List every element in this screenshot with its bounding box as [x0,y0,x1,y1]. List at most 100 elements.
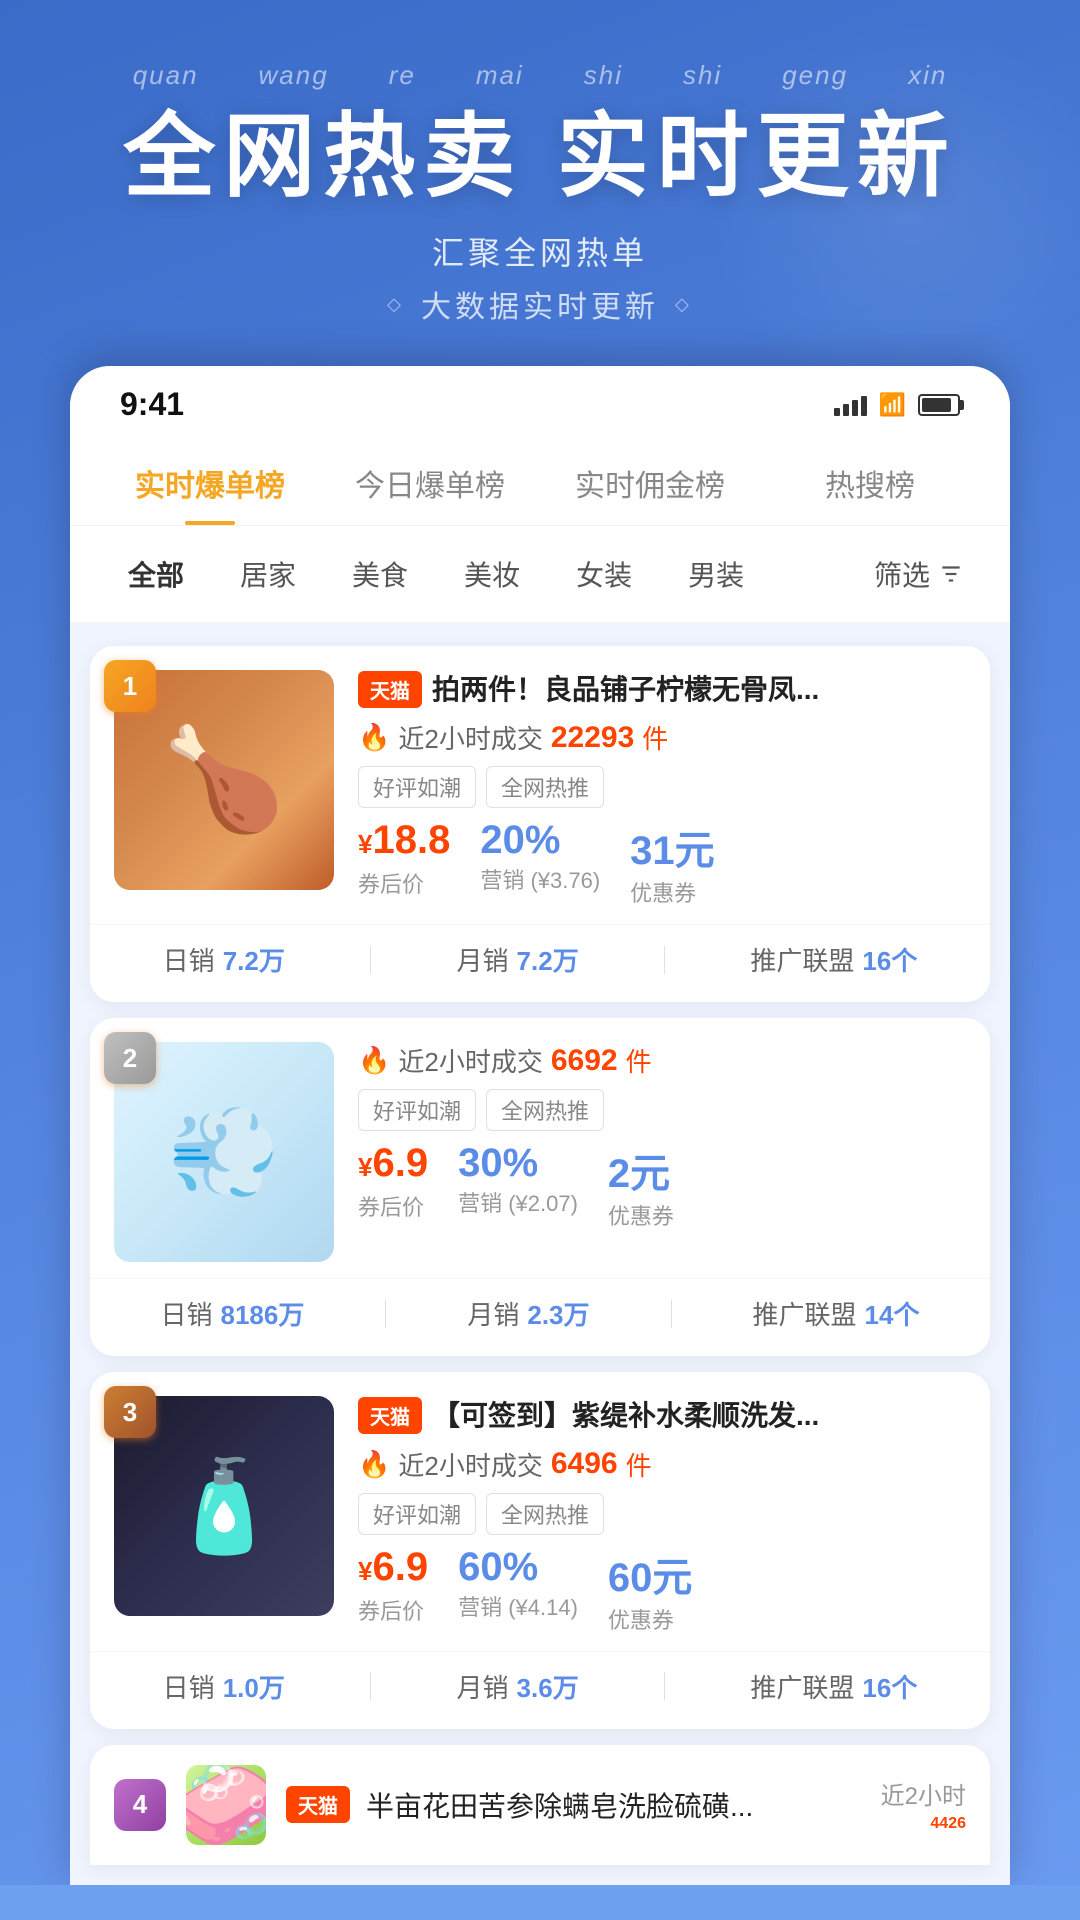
product-image-wrap-1: 1 品牌 [114,670,334,908]
signal-bar-2 [843,404,849,416]
commission-sub-1: 营销 (¥3.76) [480,863,600,895]
recent-label-1: 近2小时成交 [398,719,542,756]
pinyin-7: geng [782,60,848,91]
partial-card-4[interactable]: 4 天猫 半亩花田苦参除螨皂洗脸硫磺... 近2小时 4426 [90,1745,990,1865]
coupon-value-1: 31元 [630,818,715,876]
card-top-1: 1 品牌 天猫 拍两件！良品铺子柠檬无骨凤... 🔥 近2小时成交 22293 [90,646,990,924]
price-label-3: 券后价 [358,1594,424,1626]
platform-badge-1: 天猫 [358,671,422,708]
alliance-val-1: 16个 [862,941,917,978]
filter-icon [938,561,964,587]
divider-2a [385,1300,386,1328]
commission-block-2: 30% 营销 (¥2.07) [458,1141,578,1218]
tab-bar: 实时爆单榜 今日爆单榜 实时佣金榜 热搜榜 [70,433,1010,526]
divider-3b [664,1672,665,1700]
product-card-1[interactable]: 1 品牌 天猫 拍两件！良品铺子柠檬无骨凤... 🔥 近2小时成交 22293 [90,646,990,1002]
category-men[interactable]: 男装 [660,544,772,604]
monthly-label-2: 月销 [467,1295,519,1332]
daily-label-1: 日销 [163,941,215,978]
price-block-3: ¥6.9 券后价 [358,1545,428,1626]
status-icons: 📶 [834,392,960,418]
pinyin-3: re [389,60,416,91]
divider-1a [370,946,371,974]
product-card-3[interactable]: 3 天猫 【可签到】紫缇补水柔顺洗发... 🔥 近2小时成交 6496 件 [90,1372,990,1728]
monthly-val-1: 7.2万 [517,941,579,978]
product-list: 1 品牌 天猫 拍两件！良品铺子柠檬无骨凤... 🔥 近2小时成交 22293 [70,646,1010,1884]
tab-realtime-hot[interactable]: 实时爆单榜 [100,443,320,525]
tag-2-1: 好评如潮 [358,1089,476,1131]
daily-val-1: 7.2万 [223,941,285,978]
recent-count-1: 22293 [551,721,634,755]
pinyin-2: wang [259,60,329,91]
recent-sales-2: 🔥 近2小时成交 6692 件 [358,1042,966,1079]
category-women[interactable]: 女装 [548,544,660,604]
category-beauty[interactable]: 美妆 [436,544,548,604]
commission-block-3: 60% 营销 (¥4.14) [458,1545,578,1622]
partial-sales-4: 近2小时 [881,1776,966,1811]
monthly-val-2: 2.3万 [527,1295,589,1332]
pinyin-5: shi [584,60,623,91]
price-row-2: ¥6.9 券后价 30% 营销 (¥2.07) 2元 优惠券 [358,1141,966,1231]
tag-1-2: 全网热推 [486,766,604,808]
commission-sub-2: 营销 (¥2.07) [458,1186,578,1218]
daily-val-3: 1.0万 [223,1668,285,1705]
alliance-val-2: 14个 [865,1295,920,1332]
category-food[interactable]: 美食 [324,544,436,604]
commission-pct-1: 20% [480,818,560,863]
recent-count-2: 6692 [551,1044,618,1078]
product-card-2[interactable]: 2 🔥 近2小时成交 6692 件 好评如潮 全网热推 [90,1018,990,1356]
tags-row-2: 好评如潮 全网热推 [358,1089,966,1131]
product-title-1: 拍两件！良品铺子柠檬无骨凤... [432,670,966,709]
coupon-block-3: 60元 优惠券 [608,1545,693,1635]
rank-badge-2: 2 [104,1032,156,1084]
tags-row-3: 好评如潮 全网热推 [358,1493,966,1535]
tab-hot-search[interactable]: 热搜榜 [760,443,980,525]
daily-label-2: 日销 [161,1295,213,1332]
status-time: 9:41 [120,386,184,423]
card-top-2: 2 🔥 近2小时成交 6692 件 好评如潮 全网热推 [90,1018,990,1278]
monthly-sales-3: 月销 3.6万 [457,1668,579,1705]
status-bar: 9:41 📶 [70,366,1010,433]
card-bottom-3: 日销 1.0万 月销 3.6万 推广联盟 16个 [90,1651,990,1729]
filter-label: 筛选 [874,554,930,594]
category-all[interactable]: 全部 [100,544,212,604]
price-row-1: ¥18.8 券后价 20% 营销 (¥3.76) 31元 优惠券 [358,818,966,908]
pinyin-8: xin [908,60,947,91]
commission-pct-2: 30% [458,1141,538,1186]
monthly-sales-1: 月销 7.2万 [457,941,579,978]
rank-badge-1: 1 [104,660,156,712]
recent-unit-2: 件 [626,1042,652,1079]
recent-sales-3: 🔥 近2小时成交 6496 件 [358,1446,966,1483]
category-home[interactable]: 居家 [212,544,324,604]
monthly-sales-2: 月销 2.3万 [467,1295,589,1332]
filter-button[interactable]: 筛选 [858,544,980,604]
partial-platform-4: 天猫 [286,1786,350,1823]
card-bottom-1: 日销 7.2万 月销 7.2万 推广联盟 16个 [90,924,990,1002]
price-value-1: ¥18.8 [358,818,450,863]
tab-realtime-commission[interactable]: 实时佣金榜 [540,443,760,525]
daily-sales-2: 日销 8186万 [161,1295,305,1332]
coupon-value-3: 60元 [608,1545,693,1603]
monthly-label-1: 月销 [457,941,509,978]
divider-2b [671,1300,672,1328]
category-bar: 全部 居家 美食 美妆 女装 男装 筛选 [70,526,1010,630]
alliance-val-3: 16个 [862,1668,917,1705]
signal-bar-1 [834,408,840,416]
fire-icon-2: 🔥 [358,1045,390,1076]
header-section: quan wang re mai shi shi geng xin 全网热卖 实… [0,0,1080,1885]
alliance-3: 推广联盟 16个 [750,1668,917,1705]
product-title-3: 【可签到】紫缇补水柔顺洗发... [432,1396,966,1435]
divider-1b [664,946,665,974]
price-value-2: ¥6.9 [358,1141,428,1186]
commission-block-1: 20% 营销 (¥3.76) [480,818,600,895]
partial-content-4: 天猫 半亩花田苦参除螨皂洗脸硫磺... 近2小时 4426 [286,1776,966,1833]
signal-icon [834,394,867,416]
phone-mockup: 9:41 📶 实时爆单榜 今日爆单榜 实时佣金榜 热搜榜 [70,366,1010,1884]
platform-row-1: 天猫 拍两件！良品铺子柠檬无骨凤... [358,670,966,709]
daily-val-2: 8186万 [221,1295,305,1332]
coupon-label-2: 优惠券 [608,1199,674,1231]
tab-today-hot[interactable]: 今日爆单榜 [320,443,540,525]
wifi-icon: 📶 [879,392,906,418]
recent-label-2: 近2小时成交 [398,1042,542,1079]
recent-label-3: 近2小时成交 [398,1446,542,1483]
